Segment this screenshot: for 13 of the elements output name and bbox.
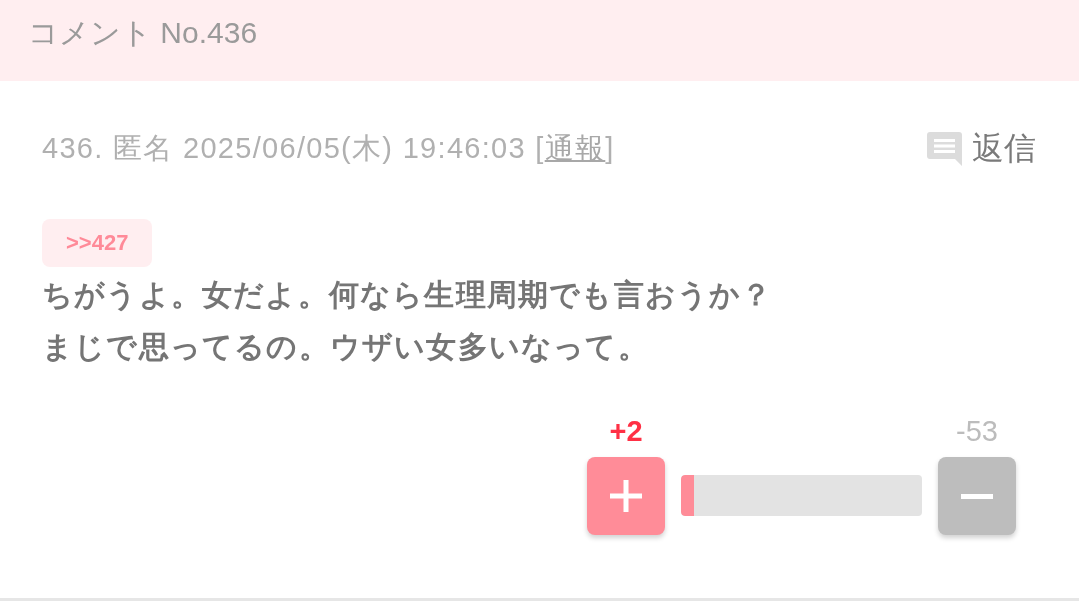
- plus-icon: [610, 480, 642, 512]
- comment-text: ちがうよ。女だよ。何なら生理周期でも言おうか？ まじで思ってるの。ウザい女多いなって。: [42, 277, 774, 365]
- report-link[interactable]: 通報: [544, 132, 606, 164]
- plus-vote-count: +2: [609, 415, 643, 447]
- reply-button[interactable]: 返信: [927, 127, 1036, 171]
- plus-vote-button[interactable]: [587, 457, 665, 535]
- post-meta: 436. 匿名 2025/06/05(木) 19:46:03 [通報]: [42, 131, 615, 166]
- comment-header-title: コメント No.436: [28, 15, 258, 51]
- minus-icon: [961, 493, 993, 499]
- minus-vote-count: -53: [956, 415, 998, 447]
- reply-anchor-link[interactable]: >>427: [42, 219, 153, 267]
- comment-icon: [927, 132, 962, 166]
- minus-vote-button[interactable]: [938, 457, 1016, 535]
